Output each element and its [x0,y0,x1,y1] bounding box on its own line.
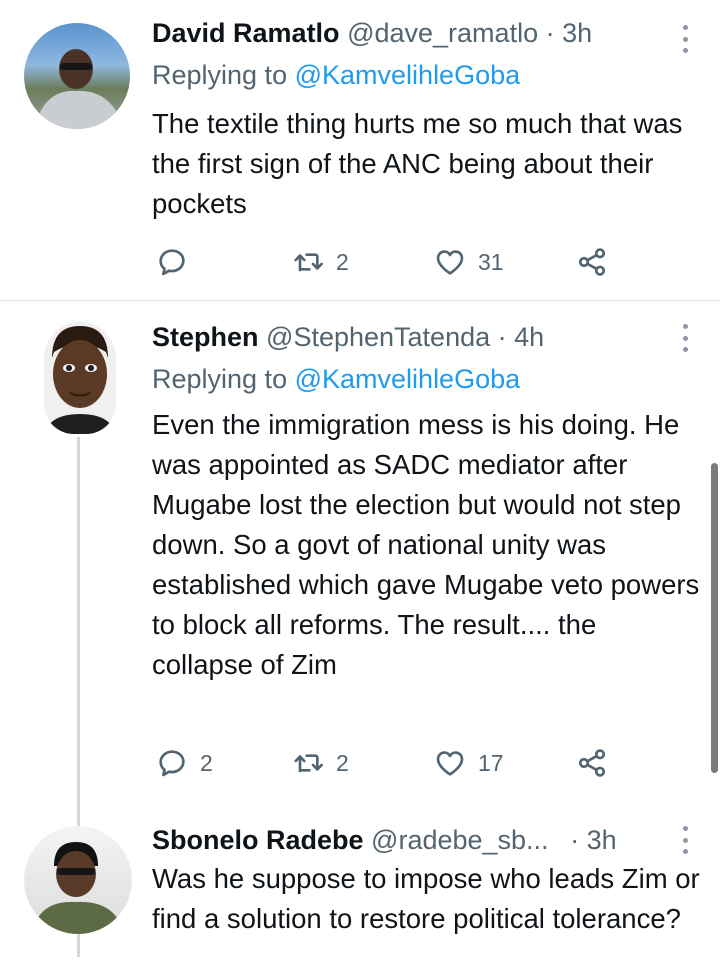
separator: · [545,18,555,48]
retweet-count: 2 [336,749,349,776]
tweet-text: Was he suppose to impose who leads Zim o… [152,863,700,934]
timestamp[interactable]: 4h [514,322,544,352]
tweet-header: Stephen @StephenTatenda · 4h [152,320,544,354]
avatar-photo [32,842,124,934]
avatar[interactable] [44,322,116,434]
handle[interactable]: @dave_ramatlo [347,18,538,48]
timestamp[interactable]: 3h [587,825,617,855]
more-options-icon[interactable] [680,324,690,352]
like-count: 17 [478,749,504,776]
retweet-count: 2 [336,248,349,275]
tweet-sbonelo-radebe[interactable]: Sbonelo Radebe @radebe_sb... · 3h Was he… [0,800,720,980]
replying-to: Replying to @KamvelihleGoba [152,58,520,92]
tweet-header: David Ramatlo @dave_ramatlo · 3h [152,16,592,50]
action-bar: 2 31 [152,242,632,282]
like-button[interactable]: 31 [434,242,504,282]
reply-button[interactable]: 2 [156,743,213,783]
handle[interactable]: @StephenTatenda [266,322,490,352]
retweet-icon [294,754,323,773]
display-name[interactable]: Sbonelo Radebe [152,825,364,855]
avatar[interactable] [24,23,130,129]
timestamp[interactable]: 3h [562,18,592,48]
share-icon [578,749,606,777]
reply-icon [159,750,185,777]
reply-icon [159,249,185,276]
reply-button[interactable] [156,242,200,282]
more-options-icon[interactable] [680,826,690,854]
replying-label: Replying to [152,364,288,394]
replying-to: Replying to @KamvelihleGoba [152,362,520,396]
mention-link[interactable]: @KamvelihleGoba [295,60,521,90]
scrollbar[interactable] [711,463,718,773]
separator: · [497,322,507,352]
action-bar: 2 2 17 [152,743,632,783]
share-icon [578,248,606,276]
display-name[interactable]: David Ramatlo [152,18,340,48]
reply-count: 2 [200,749,213,776]
like-count: 31 [478,248,504,275]
handle[interactable]: @radebe_sb... [371,825,549,855]
tweet-header: Sbonelo Radebe @radebe_sb... · 3h [152,823,617,857]
like-icon [436,751,464,776]
replying-label: Replying to [152,60,288,90]
separator: · [570,825,580,855]
share-button[interactable] [576,242,608,282]
avatar[interactable] [24,826,132,934]
tweet-david-ramatlo[interactable]: David Ramatlo @dave_ramatlo · 3h Replyin… [0,0,720,300]
retweet-icon [294,253,323,272]
tweet-text: The textile thing hurts me so much that … [152,108,683,219]
more-options-icon[interactable] [680,25,690,53]
retweet-button[interactable]: 2 [292,743,349,783]
tweet-text: Even the immigration mess is his doing. … [152,409,700,680]
avatar-photo [44,326,116,434]
avatar-photo [34,49,124,129]
mention-link[interactable]: @KamvelihleGoba [295,364,521,394]
like-button[interactable]: 17 [434,743,504,783]
retweet-button[interactable]: 2 [292,242,349,282]
share-button[interactable] [576,743,608,783]
tweet-stephen[interactable]: Stephen @StephenTatenda · 4h Replying to… [0,301,720,957]
display-name[interactable]: Stephen [152,322,259,352]
like-icon [436,250,464,275]
